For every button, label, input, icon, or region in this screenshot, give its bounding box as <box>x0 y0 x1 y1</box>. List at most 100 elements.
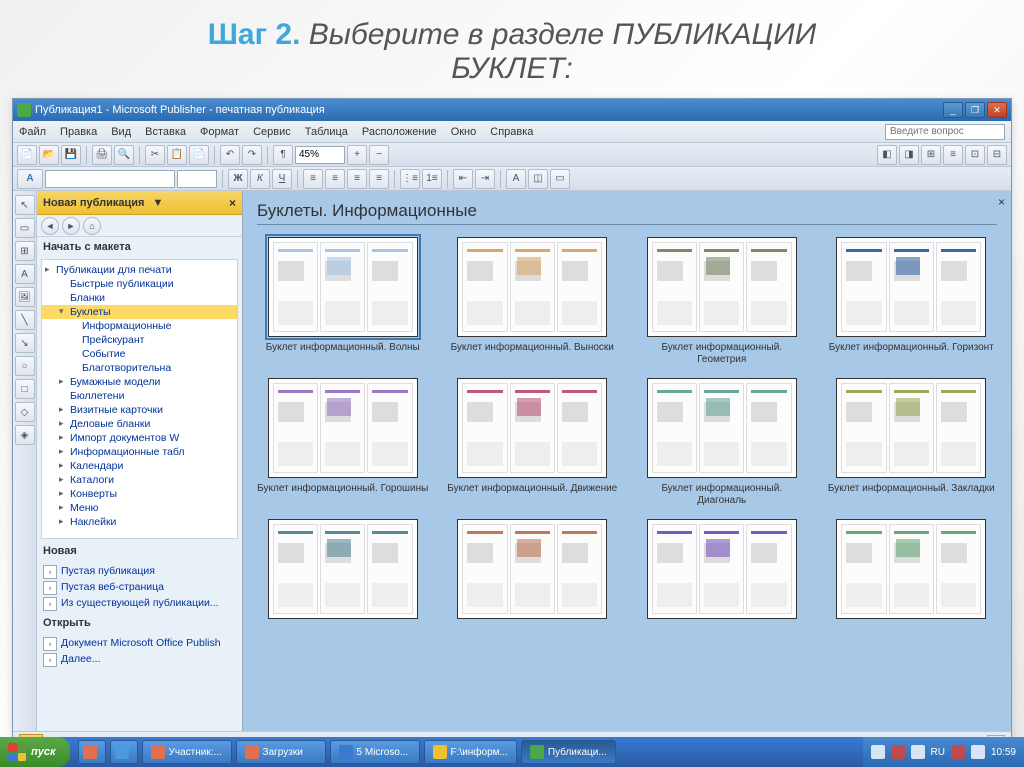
print-button[interactable]: 🖨 <box>92 145 112 165</box>
tree-item[interactable]: Бумажные модели <box>42 375 237 389</box>
menu-edit[interactable]: Правка <box>60 126 97 138</box>
tool-b[interactable]: ◨ <box>899 145 919 165</box>
new-button[interactable]: 📄 <box>17 145 37 165</box>
save-button[interactable]: 💾 <box>61 145 81 165</box>
menu-insert[interactable]: Вставка <box>145 126 186 138</box>
tree-item[interactable]: Каталоги <box>42 473 237 487</box>
pointer-tool[interactable]: ↖ <box>15 195 35 215</box>
line-tool[interactable]: ╲ <box>15 310 35 330</box>
task-pane-close[interactable]: × <box>229 196 236 210</box>
template-thumb[interactable] <box>647 378 797 478</box>
tool-e[interactable]: ⊡ <box>965 145 985 165</box>
tree-item[interactable]: Прейскурант <box>42 333 237 347</box>
menu-view[interactable]: Вид <box>111 126 131 138</box>
link-item[interactable]: ▫Документ Microsoft Office Publish <box>43 635 236 651</box>
template-thumb[interactable] <box>457 237 607 337</box>
bullets-button[interactable]: ⋮≡ <box>400 169 420 189</box>
tool-f[interactable]: ⊟ <box>987 145 1007 165</box>
minimize-button[interactable]: _ <box>943 102 963 118</box>
wordart-tool[interactable]: A <box>15 264 35 284</box>
template-thumb[interactable] <box>647 519 797 619</box>
oval-tool[interactable]: ○ <box>15 356 35 376</box>
tool-d[interactable]: ≡ <box>943 145 963 165</box>
volume-icon[interactable] <box>971 745 985 759</box>
tray-icon[interactable] <box>911 745 925 759</box>
tree-item[interactable]: Событие <box>42 347 237 361</box>
start-button[interactable]: пуск <box>0 737 70 767</box>
tray-icon[interactable] <box>891 745 905 759</box>
underline-button[interactable]: Ч <box>272 169 292 189</box>
zoom-out-button[interactable]: − <box>369 145 389 165</box>
font-size-combo[interactable] <box>177 170 217 188</box>
paste-button[interactable]: 📄 <box>189 145 209 165</box>
template-thumb[interactable] <box>836 237 986 337</box>
tree-item[interactable]: Публикации для печати <box>42 263 237 277</box>
taskbar-task[interactable]: F:\информ... <box>424 740 517 764</box>
tree-item[interactable]: Визитные карточки <box>42 403 237 417</box>
nav-fwd-button[interactable]: ► <box>62 217 80 235</box>
menu-format[interactable]: Формат <box>200 126 239 138</box>
nav-home-button[interactable]: ⌂ <box>83 217 101 235</box>
menu-arrange[interactable]: Расположение <box>362 126 437 138</box>
menu-file[interactable]: Файл <box>19 126 46 138</box>
style-a-button[interactable]: A <box>17 169 43 189</box>
indent-more-button[interactable]: ⇥ <box>475 169 495 189</box>
link-item[interactable]: ▫Далее... <box>43 651 236 667</box>
link-item[interactable]: ▫Из существующей публикации... <box>43 595 236 611</box>
zoom-combo[interactable]: 45% <box>295 146 345 164</box>
picture-tool[interactable]: 🖼 <box>15 287 35 307</box>
taskbar-task[interactable]: Участник:... <box>142 740 232 764</box>
maximize-button[interactable]: ❐ <box>965 102 985 118</box>
fill-color-button[interactable]: ◫ <box>528 169 548 189</box>
zoom-in-button[interactable]: + <box>347 145 367 165</box>
taskbar-task[interactable]: 5 Microso... <box>330 740 420 764</box>
align-center-button[interactable]: ≡ <box>325 169 345 189</box>
tree-item[interactable]: Календари <box>42 459 237 473</box>
tree-item[interactable]: Благотворительна <box>42 361 237 375</box>
template-thumb[interactable] <box>268 519 418 619</box>
align-right-button[interactable]: ≡ <box>347 169 367 189</box>
arrow-tool[interactable]: ↘ <box>15 333 35 353</box>
italic-button[interactable]: К <box>250 169 270 189</box>
nav-back-button[interactable]: ◄ <box>41 217 59 235</box>
textbox-tool[interactable]: ▭ <box>15 218 35 238</box>
table-tool[interactable]: ⊞ <box>15 241 35 261</box>
tree-item[interactable]: Информационные <box>42 319 237 333</box>
redo-button[interactable]: ↷ <box>242 145 262 165</box>
close-button[interactable]: ✕ <box>987 102 1007 118</box>
tool-a[interactable]: ◧ <box>877 145 897 165</box>
menu-help[interactable]: Справка <box>490 126 533 138</box>
tree-item[interactable]: Деловые бланки <box>42 417 237 431</box>
paragraph-button[interactable]: ¶ <box>273 145 293 165</box>
cut-button[interactable]: ✂ <box>145 145 165 165</box>
quicklaunch-1[interactable] <box>78 740 106 764</box>
template-thumb[interactable] <box>268 237 418 337</box>
lang-indicator[interactable]: RU <box>931 747 945 758</box>
menu-tools[interactable]: Сервис <box>253 126 291 138</box>
bookmark-tool[interactable]: ◈ <box>15 425 35 445</box>
template-thumb[interactable] <box>836 378 986 478</box>
open-button[interactable]: 📂 <box>39 145 59 165</box>
link-item[interactable]: ▫Пустая веб-страница <box>43 579 236 595</box>
font-combo[interactable] <box>45 170 175 188</box>
rect-tool[interactable]: □ <box>15 379 35 399</box>
tree-item[interactable]: Бюллетени <box>42 389 237 403</box>
menu-window[interactable]: Окно <box>451 126 477 138</box>
tree-item[interactable]: Импорт документов W <box>42 431 237 445</box>
copy-button[interactable]: 📋 <box>167 145 187 165</box>
template-thumb[interactable] <box>647 237 797 337</box>
tree-item[interactable]: Конверты <box>42 487 237 501</box>
tree-item[interactable]: Информационные табл <box>42 445 237 459</box>
indent-less-button[interactable]: ⇤ <box>453 169 473 189</box>
tree-item[interactable]: Меню <box>42 501 237 515</box>
numbering-button[interactable]: 1≡ <box>422 169 442 189</box>
quicklaunch-2[interactable] <box>110 740 138 764</box>
gallery-close-button[interactable]: × <box>998 195 1005 209</box>
template-thumb[interactable] <box>457 519 607 619</box>
taskbar-task[interactable]: Публикаци... <box>521 740 616 764</box>
tree-item[interactable]: Быстрые публикации <box>42 277 237 291</box>
template-thumb[interactable] <box>268 378 418 478</box>
preview-button[interactable]: 🔍 <box>114 145 134 165</box>
align-left-button[interactable]: ≡ <box>303 169 323 189</box>
template-thumb[interactable] <box>836 519 986 619</box>
